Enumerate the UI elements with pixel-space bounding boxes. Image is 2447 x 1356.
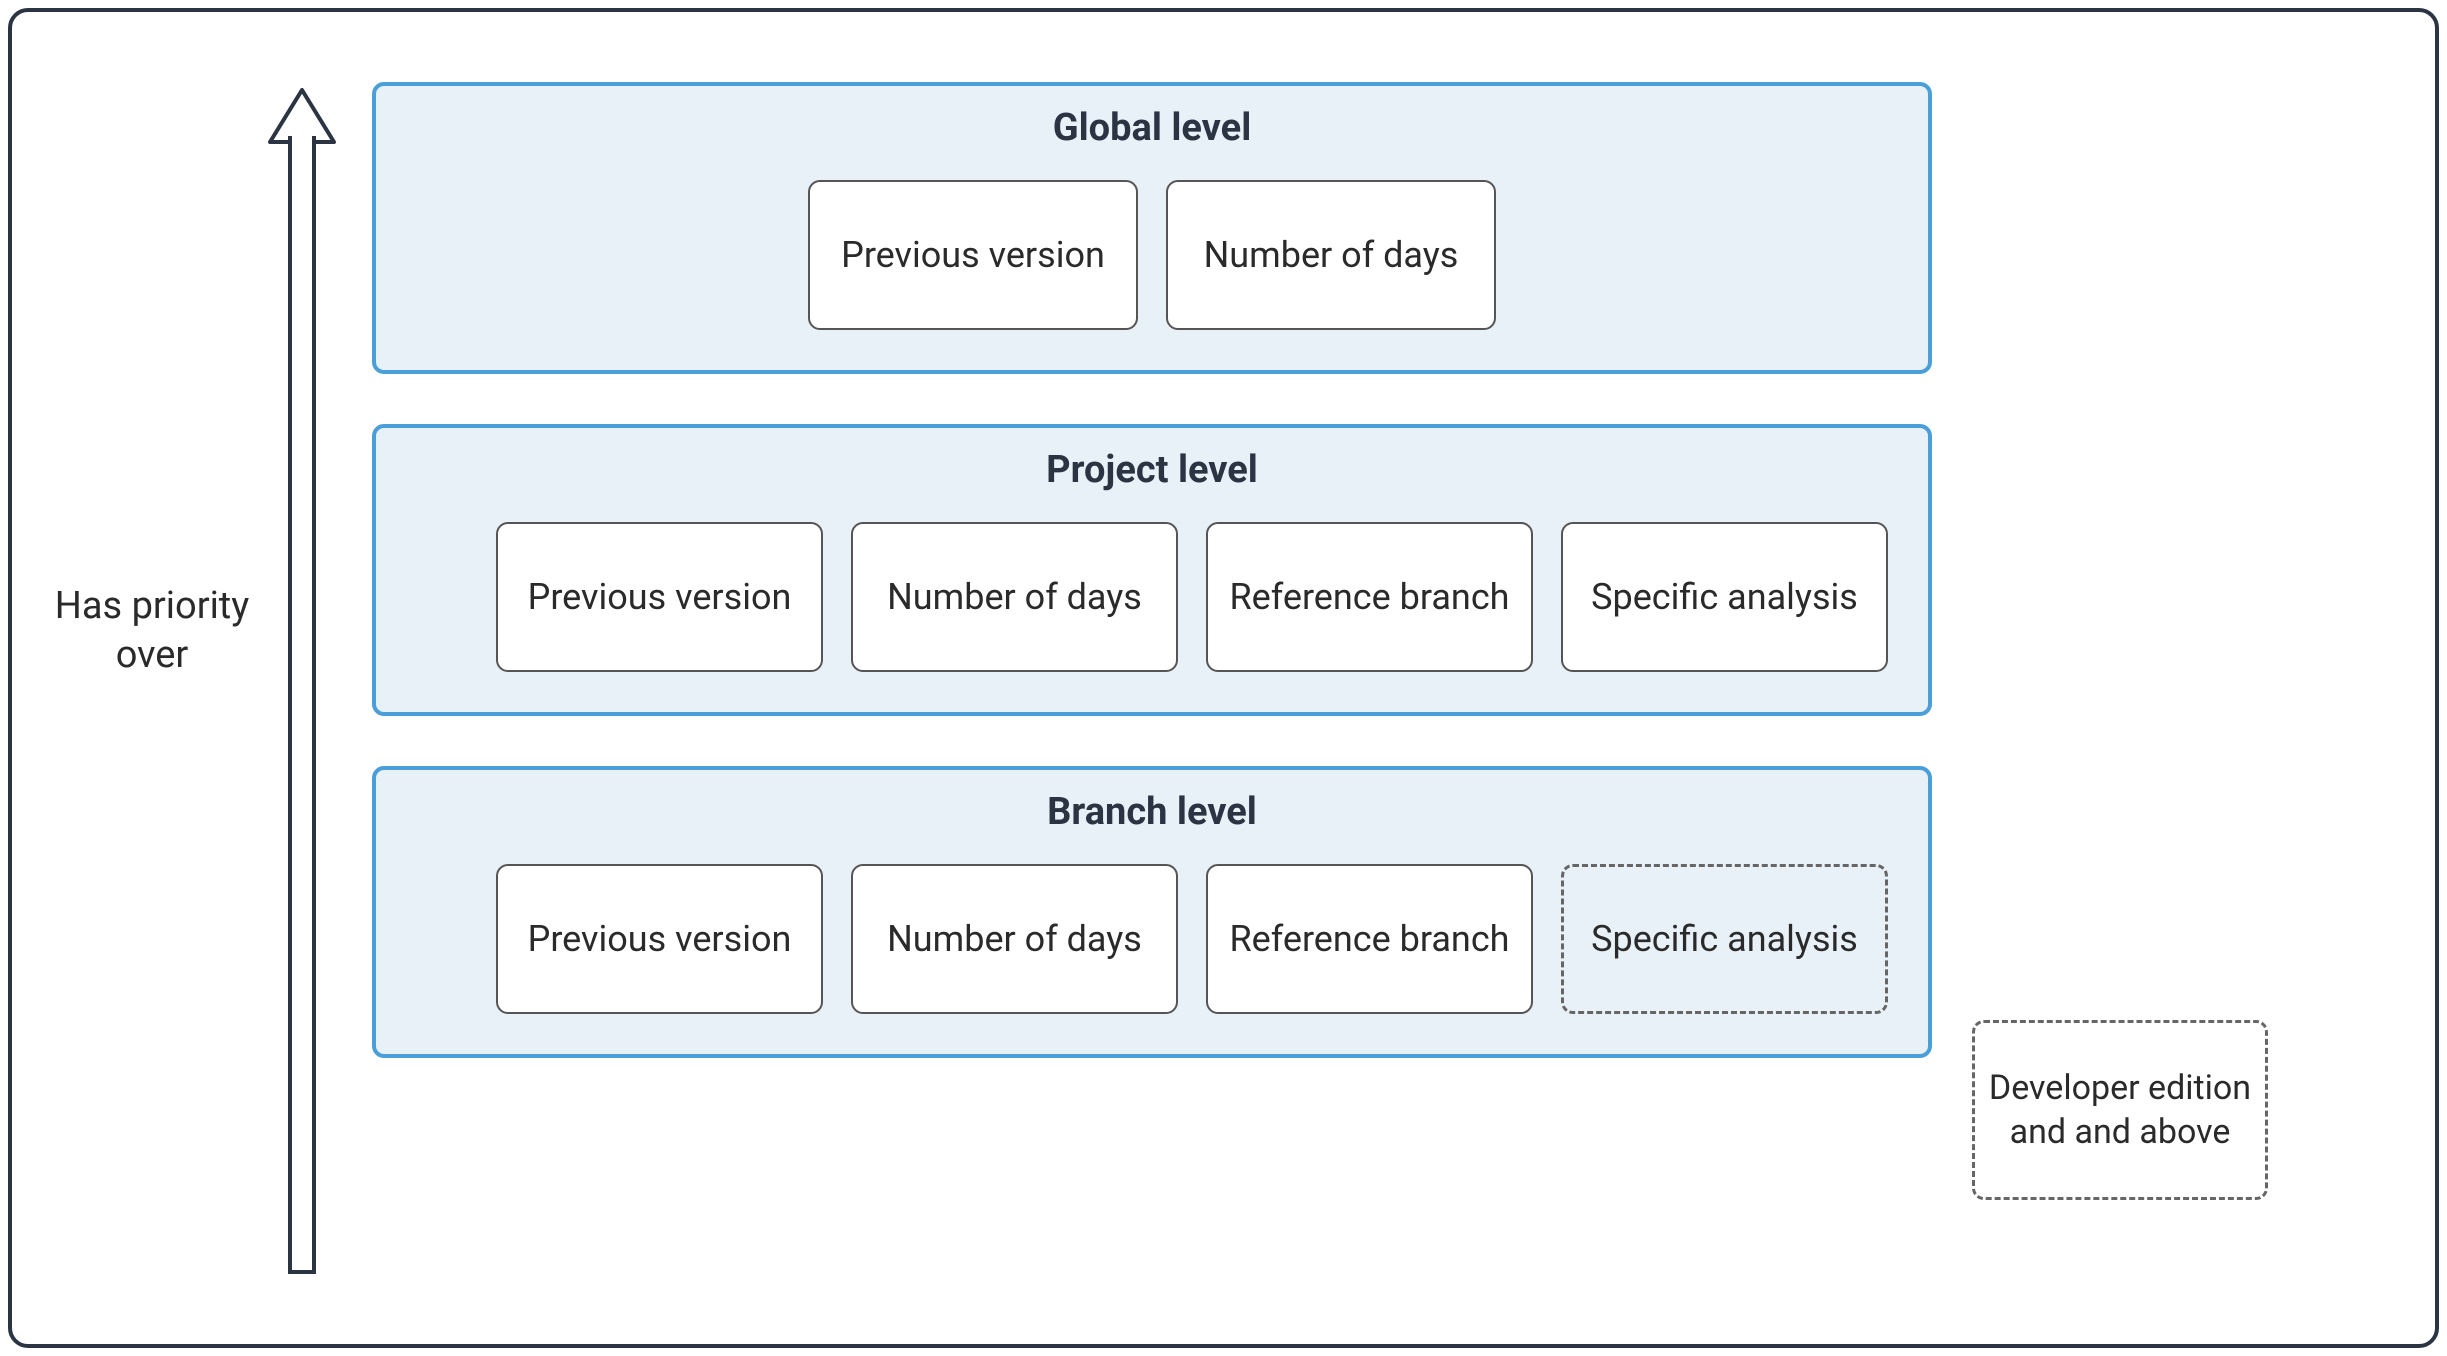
- level-boxes: Previous version Number of days Referenc…: [416, 522, 1888, 672]
- option-box: Number of days: [851, 864, 1178, 1014]
- option-box: Previous version: [496, 522, 823, 672]
- levels-container: Global level Previous version Number of …: [372, 82, 1932, 1058]
- option-box: Specific analysis: [1561, 522, 1888, 672]
- level-global: Global level Previous version Number of …: [372, 82, 1932, 374]
- priority-arrow-icon: [262, 82, 342, 1282]
- level-title: Project level: [416, 448, 1888, 492]
- level-branch: Branch level Previous version Number of …: [372, 766, 1932, 1058]
- option-box: Reference branch: [1206, 522, 1533, 672]
- level-title: Global level: [416, 106, 1888, 150]
- level-boxes: Previous version Number of days: [416, 180, 1888, 330]
- option-box: Previous version: [496, 864, 823, 1014]
- option-box: Number of days: [851, 522, 1178, 672]
- priority-arrow-label: Has priority over: [52, 582, 252, 681]
- level-project: Project level Previous version Number of…: [372, 424, 1932, 716]
- legend-dashed-box: Developer edition and and above: [1972, 1020, 2268, 1200]
- option-box: Previous version: [808, 180, 1138, 330]
- option-box: Reference branch: [1206, 864, 1533, 1014]
- level-boxes: Previous version Number of days Referenc…: [416, 864, 1888, 1014]
- option-box-dashed: Specific analysis: [1561, 864, 1888, 1014]
- level-title: Branch level: [416, 790, 1888, 834]
- diagram-frame: Has priority over Global level Previous …: [8, 8, 2439, 1348]
- option-box: Number of days: [1166, 180, 1496, 330]
